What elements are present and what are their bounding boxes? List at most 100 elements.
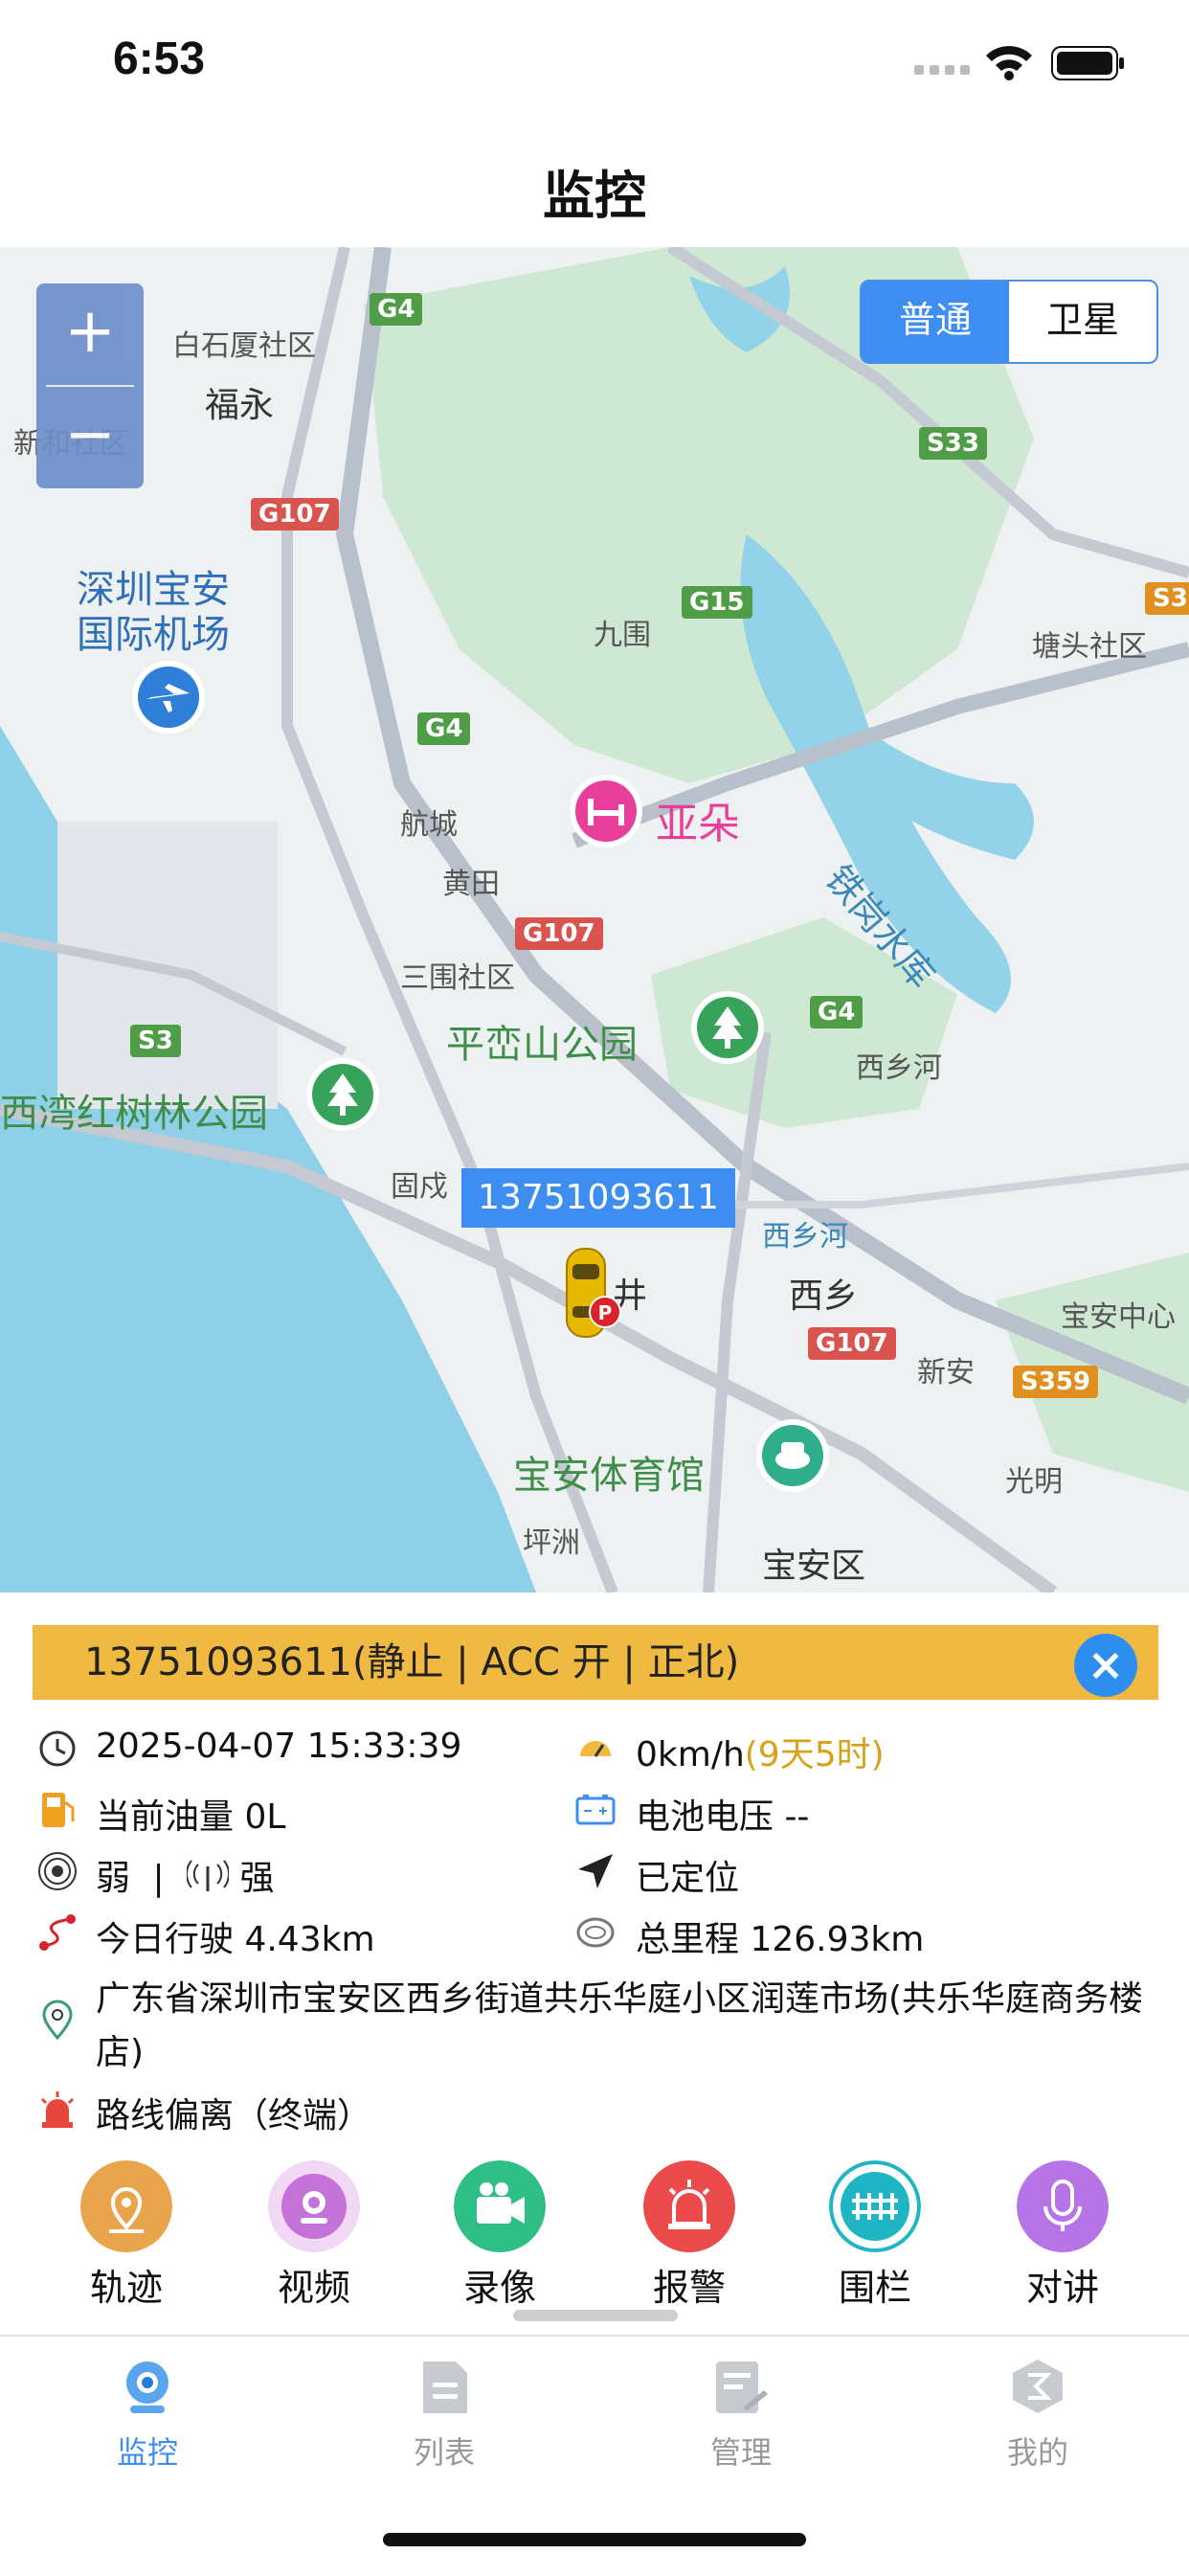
- map-view[interactable]: 白石厦社区 福永 新和社区 深圳宝安 国际机场 九围 塘头社区 航城 亚朵 黄田…: [0, 247, 1189, 1593]
- monitor-icon[interactable]: [117, 2356, 178, 2417]
- record-icon[interactable]: [454, 2160, 546, 2252]
- map-label: 西乡河: [856, 1051, 942, 1085]
- network-signal-value: 强: [239, 1859, 275, 1898]
- stop-duration: (9天5时): [744, 1735, 885, 1774]
- fence-label[interactable]: 围栏: [798, 2258, 952, 2311]
- stadium-icon: [756, 1419, 829, 1492]
- battery-voltage-icon: [575, 1795, 616, 1825]
- road-shield: G4: [417, 712, 471, 745]
- map-label: 光明: [1005, 1465, 1063, 1499]
- road-shield: S33: [919, 427, 987, 460]
- gps-signal-value: 弱: [96, 1859, 131, 1898]
- today-distance: 今日行驶 4.43km: [96, 1920, 375, 1959]
- route-icon: [39, 1914, 76, 1951]
- svg-text:P: P: [598, 1301, 613, 1324]
- car-icon[interactable]: P: [563, 1243, 624, 1344]
- list-icon[interactable]: [414, 2356, 475, 2417]
- speed-row: 0km/h(9天5时): [636, 1727, 885, 1776]
- network-signal-icon: [186, 1860, 231, 1891]
- video-label[interactable]: 视频: [237, 2258, 391, 2311]
- map-label: 固戍: [391, 1170, 448, 1204]
- map-label: 国际机场: [77, 613, 230, 657]
- map-label: 西乡河: [762, 1220, 848, 1254]
- map-label: 宝安体育馆: [513, 1454, 705, 1498]
- location-status: 已定位: [636, 1859, 740, 1898]
- total-distance: 总里程 126.93km: [636, 1920, 925, 1959]
- vehicle-status-text: 13751093611(静止 | ACC 开 | 正北): [84, 1640, 740, 1684]
- road-shield: G4: [370, 293, 423, 326]
- report-time: 2025-04-07 15:33:39: [96, 1727, 462, 1766]
- talk-label[interactable]: 对讲: [986, 2258, 1139, 2311]
- location-pin-icon: [42, 2000, 73, 2041]
- map-label: 坪洲: [523, 1526, 580, 1560]
- map-type-normal[interactable]: 普通: [862, 282, 1009, 362]
- track-label[interactable]: 轨迹: [50, 2258, 203, 2311]
- hotel-icon: [570, 775, 642, 847]
- page-title: 监控: [543, 166, 646, 226]
- cellular-signal-icon: [914, 65, 970, 75]
- map-label: 西湾红树林公园: [0, 1092, 268, 1136]
- tab-manage-label[interactable]: 管理: [664, 2429, 818, 2473]
- video-camera-icon[interactable]: [268, 2160, 360, 2252]
- gps-signal-icon: [38, 1852, 77, 1890]
- map-label: 福永: [205, 386, 275, 425]
- alarm-icon[interactable]: [643, 2160, 735, 2252]
- map-label: 新安: [917, 1356, 975, 1390]
- panel-drag-handle[interactable]: [513, 2310, 678, 2321]
- airport-icon: [132, 661, 205, 734]
- road-shield: G107: [515, 917, 603, 950]
- alarm-light-icon: [40, 2091, 75, 2128]
- track-icon[interactable]: [80, 2160, 172, 2252]
- status-bar: 6:53: [0, 0, 1189, 129]
- road-shield: G107: [251, 498, 339, 531]
- profile-icon[interactable]: [1007, 2356, 1068, 2417]
- road-shield: G107: [808, 1327, 896, 1360]
- speedometer-icon: [580, 1741, 611, 1757]
- map-label: 西乡: [789, 1277, 859, 1316]
- vehicle-address: 广东省深圳市宝安区西乡街道共乐华庭小区润莲市场(共乐华庭商务楼店): [96, 1979, 1144, 2072]
- manage-icon[interactable]: [708, 2356, 770, 2417]
- zoom-in-button[interactable]: +: [36, 283, 144, 385]
- map-label: 航城: [400, 808, 458, 842]
- map-label: 黄田: [442, 868, 500, 901]
- alarm-label[interactable]: 报警: [613, 2258, 766, 2311]
- park-icon: [306, 1058, 379, 1131]
- status-time: 6:53: [113, 34, 206, 84]
- vehicle-plate-label[interactable]: 13751093611: [461, 1168, 735, 1228]
- odometer-icon: [576, 1917, 615, 1948]
- tab-list-label[interactable]: 列表: [368, 2429, 521, 2473]
- road-shield: S359: [1013, 1366, 1098, 1398]
- home-indicator: [383, 2533, 806, 2546]
- tab-mine-label[interactable]: 我的: [961, 2429, 1114, 2473]
- road-shield: S3: [1145, 582, 1189, 615]
- close-button[interactable]: ×: [1074, 1634, 1137, 1697]
- wifi-icon: [986, 46, 1032, 80]
- battery-icon: [1051, 46, 1124, 80]
- map-label: 三围社区: [400, 961, 515, 995]
- tab-monitor-label[interactable]: 监控: [71, 2429, 224, 2473]
- map-type-toggle: 普通 卫星: [860, 280, 1158, 364]
- map-type-satellite[interactable]: 卫星: [1009, 282, 1156, 362]
- map-label: 塘头社区: [1032, 630, 1147, 664]
- location-arrow-icon: [578, 1854, 613, 1888]
- speed-value: 0km/h: [636, 1735, 745, 1774]
- microphone-icon[interactable]: [1017, 2160, 1109, 2252]
- zoom-out-button[interactable]: −: [36, 387, 144, 488]
- fuel-icon: [42, 1793, 75, 1827]
- road-shield: G15: [682, 586, 752, 619]
- map-label: 宝安区: [762, 1547, 866, 1586]
- road-shield: S3: [130, 1025, 181, 1057]
- park-icon: [691, 991, 764, 1064]
- fence-icon[interactable]: [829, 2160, 921, 2252]
- fuel-level: 当前油量 0L: [96, 1797, 286, 1837]
- signal-row: 弱 | 强: [96, 1859, 275, 1898]
- clock-icon: [39, 1730, 76, 1767]
- record-label[interactable]: 录像: [423, 2258, 576, 2311]
- map-label: 白石厦社区: [172, 329, 316, 363]
- road-shield: G4: [810, 996, 864, 1028]
- map-label: 亚朵: [656, 800, 740, 848]
- battery-voltage: 电池电压 --: [636, 1797, 810, 1837]
- map-label: 宝安中心: [1061, 1300, 1176, 1334]
- map-label: 平峦山公园: [446, 1023, 638, 1067]
- alarm-text: 路线偏离（终端）: [96, 2096, 372, 2135]
